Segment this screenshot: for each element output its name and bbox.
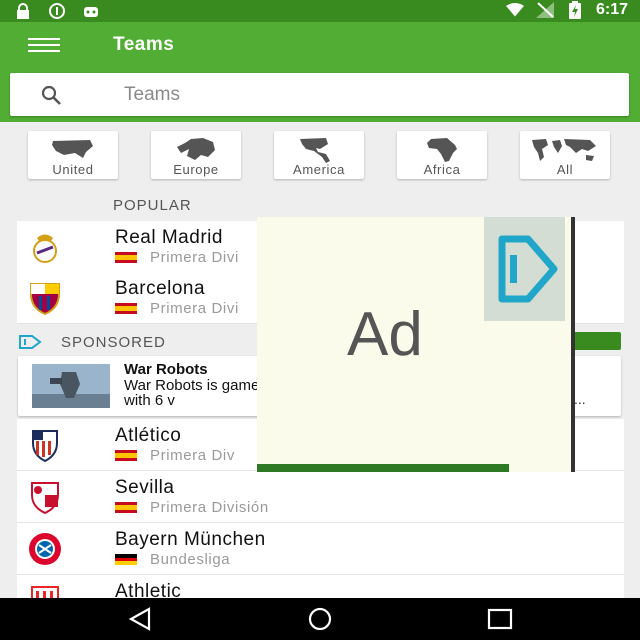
team-name: Sevilla [115,477,175,498]
sevilla-crest-icon [31,482,59,515]
status-time: 6:17 [595,1,628,18]
war-robots-thumbnail [32,364,110,408]
sponsored-section-label: SPONSORED [61,334,166,351]
europe-map-icon [177,138,215,160]
team-name: Real Madrid [115,227,223,248]
ad-ellipsis: ... [574,391,586,407]
world-map-icon [532,139,596,161]
popular-section-label: POPULAR [113,197,192,214]
region-europe-button[interactable]: Europe [151,131,241,179]
region-filter-bar: United Europe America Africa All [0,122,640,186]
team-name: Athletic [115,581,182,598]
menu-icon[interactable] [28,34,60,58]
battery-charging-icon [566,1,584,19]
home-icon[interactable] [300,606,340,632]
team-league: Primera Divi [150,249,239,266]
region-all-button[interactable]: All [520,131,610,179]
ad-overlay-edge [571,217,575,472]
real-madrid-crest-icon [33,234,57,263]
team-league: Bundesliga [150,551,231,568]
region-label: Africa [423,162,461,177]
team-league: Primera Divi [150,300,239,317]
ad-overlay-banner[interactable]: Ad [257,217,575,472]
recents-icon[interactable] [480,606,520,632]
back-icon[interactable] [120,606,160,632]
region-label: Europe [173,162,219,177]
spain-flag-icon [115,252,137,263]
america-map-icon [300,138,330,163]
page-title: Teams [113,34,175,55]
data-saver-icon [48,2,66,20]
region-label: United [52,162,94,177]
search-box[interactable] [10,73,629,116]
region-africa-button[interactable]: Africa [397,131,487,179]
wifi-icon [505,1,524,19]
team-row[interactable]: Athletic [17,575,624,598]
team-name: Bayern München [115,529,266,550]
navigation-bar [0,598,640,640]
ad-provider-icon [19,335,42,349]
germany-flag-icon [115,554,137,565]
status-bar: 6:17 [0,0,640,22]
team-name: Atlético [115,425,182,446]
ad-overlay-text: Ad [347,300,423,369]
ad-play-icon [498,235,558,303]
team-league: Primera División [150,499,269,516]
lock-icon [14,2,32,20]
ad-overlay-bottom-bar [257,464,509,472]
team-league: Primera Div [150,447,235,464]
search-icon [41,85,61,105]
android-icon [82,2,100,20]
bayern-crest-icon [29,533,61,565]
spain-flag-icon [115,502,137,513]
team-row[interactable]: Sevilla Primera División [17,471,624,523]
team-row[interactable]: Bayern München Bundesliga [17,523,624,575]
spain-flag-icon [115,450,137,461]
region-label: All [556,162,574,177]
spain-flag-icon [115,303,137,314]
search-input[interactable] [122,79,606,111]
region-label: America [293,162,345,177]
athletic-crest-icon [31,586,59,598]
ad-title: War Robots [124,361,208,378]
region-america-button[interactable]: America [274,131,364,179]
ad-provider-logo [484,217,565,321]
atletico-crest-icon [32,430,58,463]
team-name: Barcelona [115,278,206,299]
app-bar: Teams [0,22,640,122]
ad-description: War Robots is game with 6 v [124,377,260,409]
barcelona-crest-icon [30,283,60,316]
usa-map-icon [52,140,93,158]
region-united-button[interactable]: United [28,131,118,179]
signal-off-icon [535,1,554,19]
africa-map-icon [427,138,457,162]
